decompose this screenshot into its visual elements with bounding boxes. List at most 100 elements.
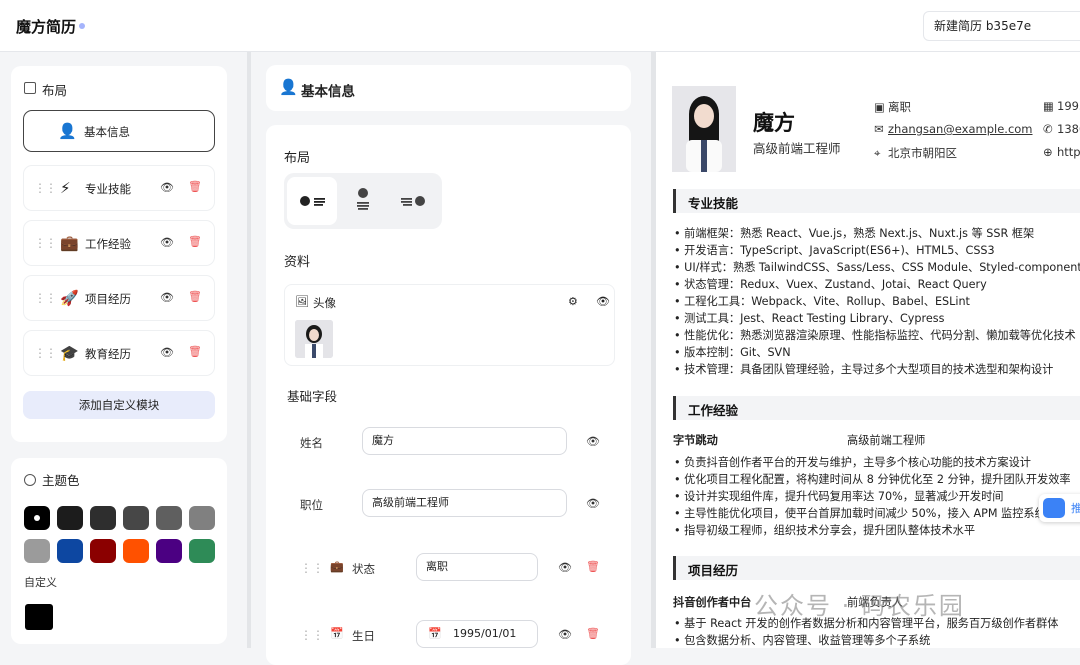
section-title: 工作经验 [688, 403, 739, 418]
eye-icon[interactable]: 👁 [558, 561, 572, 574]
drag-handle-icon[interactable]: ⋮⋮ [34, 346, 57, 360]
avatar-section: 🖼 头像 ⚙ 👁 [284, 284, 615, 366]
floating-assistant-button[interactable]: 推 [1039, 494, 1080, 522]
drag-handle-icon[interactable]: ⋮⋮ [34, 181, 57, 195]
layout-left-option[interactable] [287, 177, 337, 225]
name-input[interactable]: 魔方 [362, 427, 567, 455]
basic-fields-label: 基础字段 [287, 389, 338, 404]
eye-icon[interactable]: 👁 [558, 628, 572, 641]
resume-title: 高级前端工程师 [753, 141, 841, 156]
location-text: 北京市朝阳区 [888, 146, 957, 160]
calendar-icon: 📅 [330, 627, 344, 640]
layout-right-option[interactable] [389, 177, 439, 225]
avatar-thumbnail[interactable] [295, 320, 333, 358]
phone-icon: ✆ [1043, 122, 1053, 136]
assistant-icon [1043, 498, 1065, 518]
section-skills-header: 专业技能 [673, 189, 1080, 213]
color-swatch[interactable] [90, 539, 116, 563]
drag-handle-icon[interactable]: ⋮⋮ [300, 561, 324, 575]
skill-item: 开发语言：TypeScript、JavaScript(ES6+)、HTML5、C… [674, 242, 1080, 259]
theme-panel-title: 主题色 [42, 473, 80, 488]
custom-color-picker[interactable] [25, 604, 53, 630]
info-status: ▣ 离职 [874, 99, 911, 115]
field-position: 职位 高级前端工程师 👁 [284, 489, 614, 519]
image-icon: 🖼 [295, 295, 309, 308]
skills-list: 前端框架：熟悉 React、Vue.js，熟悉 Next.js、Nuxt.js … [674, 225, 1080, 378]
website-text: http [1057, 145, 1080, 159]
module-label: 教育经历 [85, 347, 131, 361]
trash-icon[interactable]: 🗑 [586, 627, 600, 640]
color-swatch[interactable] [24, 506, 50, 530]
avatar-label: 头像 [313, 296, 336, 310]
color-swatch[interactable] [123, 539, 149, 563]
resume-photo [672, 86, 736, 172]
email-link[interactable]: zhangsan@example.com [888, 122, 1033, 136]
graduation-cap-icon: 🎓 [60, 344, 79, 362]
eye-icon[interactable]: 👁 [160, 291, 174, 304]
user-icon: 👤 [58, 122, 77, 140]
sliders-icon[interactable]: ⚙ [568, 295, 578, 308]
eye-icon[interactable]: 👁 [586, 497, 600, 510]
skill-item: 技术管理：具备团队管理经验，主导过多个大型项目的技术选型和架构设计 [674, 361, 1080, 378]
eye-icon[interactable]: 👁 [586, 435, 600, 448]
info-location: ⌖ 北京市朝阳区 [874, 145, 957, 161]
phone-text: 1380 [1057, 122, 1080, 136]
work-item: 指导初级工程师，组织技术分享会，提升团队整体技术水平 [674, 522, 1071, 539]
color-swatch[interactable] [123, 506, 149, 530]
module-education[interactable]: ⋮⋮ 🎓 教育经历 👁 🗑 [23, 330, 215, 376]
app-brand[interactable]: 魔方简历 [16, 16, 76, 37]
status-dot [79, 23, 85, 29]
birthday-input[interactable]: 📅 1995/01/01 [416, 620, 538, 648]
eye-icon[interactable]: 👁 [160, 346, 174, 359]
calendar-icon: 📅 [428, 627, 442, 640]
module-skills[interactable]: ⋮⋮ ⚡ 专业技能 👁 🗑 [23, 165, 215, 211]
drag-handle-icon[interactable]: ⋮⋮ [34, 291, 57, 305]
birthday-value: 1995/01/01 [453, 627, 517, 640]
module-label: 基本信息 [84, 125, 130, 139]
assistant-label: 推 [1071, 502, 1080, 515]
briefcase-icon: ▣ [874, 100, 885, 114]
field-label: 状态 [352, 562, 375, 576]
resume-name: 魔方 [753, 111, 795, 135]
layout-center-option[interactable] [338, 177, 388, 225]
trash-icon[interactable]: 🗑 [188, 180, 202, 193]
module-projects[interactable]: ⋮⋮ 🚀 项目经历 👁 🗑 [23, 275, 215, 321]
work-item: 设计并实现组件库，提升代码复用率达 70%，显著减少开发时间 [674, 488, 1071, 505]
work-item: 优化项目工程化配置，将构建时间从 8 分钟优化至 2 分钟，提升团队开发效率 [674, 471, 1070, 488]
resume-name-input[interactable]: 新建简历 b35e7e [923, 11, 1080, 41]
custom-color-label: 自定义 [24, 576, 57, 589]
add-custom-module-button[interactable]: 添加自定义模块 [23, 391, 215, 419]
drag-handle-icon[interactable]: ⋮⋮ [34, 236, 57, 250]
color-swatch[interactable] [156, 539, 182, 563]
trash-icon[interactable]: 🗑 [188, 290, 202, 303]
module-label: 专业技能 [85, 182, 131, 196]
work-position: 高级前端工程师 [847, 434, 926, 447]
color-swatch[interactable] [57, 539, 83, 563]
status-input[interactable]: 离职 [416, 553, 538, 581]
eye-icon[interactable]: 👁 [596, 295, 610, 308]
color-swatch[interactable] [90, 506, 116, 530]
color-swatch[interactable] [24, 539, 50, 563]
module-basic-info[interactable]: 👤 基本信息 [23, 110, 215, 152]
section-title: 专业技能 [688, 196, 739, 211]
trash-icon[interactable]: 🗑 [586, 560, 600, 573]
basic-info-form: 布局 资料 🖼 头像 ⚙ 👁 基础字段 姓名 魔方 👁 职位 高级前端工程师 👁… [266, 125, 631, 665]
position-input[interactable]: 高级前端工程师 [362, 489, 567, 517]
work-list: 负责抖音创作者平台的开发与维护，主导多个核心功能的技术方案设计优化项目工程化配置… [674, 454, 1071, 539]
drag-handle-icon[interactable]: ⋮⋮ [300, 628, 324, 642]
trash-icon[interactable]: 🗑 [188, 235, 202, 248]
work-company: 字节跳动 [673, 434, 718, 447]
color-swatch[interactable] [189, 539, 215, 563]
module-work[interactable]: ⋮⋮ 💼 工作经验 👁 🗑 [23, 220, 215, 266]
eye-icon[interactable]: 👁 [160, 236, 174, 249]
module-label: 工作经验 [85, 237, 131, 251]
color-swatch[interactable] [156, 506, 182, 530]
trash-icon[interactable]: 🗑 [188, 345, 202, 358]
color-swatch[interactable] [57, 506, 83, 530]
color-swatch[interactable] [189, 506, 215, 530]
map-pin-icon: ⌖ [874, 146, 881, 160]
info-birthday: ▦1995 [1043, 99, 1080, 113]
eye-icon[interactable]: 👁 [160, 181, 174, 194]
top-bar: 魔方简历 新建简历 b35e7e [0, 0, 1080, 52]
calendar-icon: ▦ [1043, 99, 1054, 113]
